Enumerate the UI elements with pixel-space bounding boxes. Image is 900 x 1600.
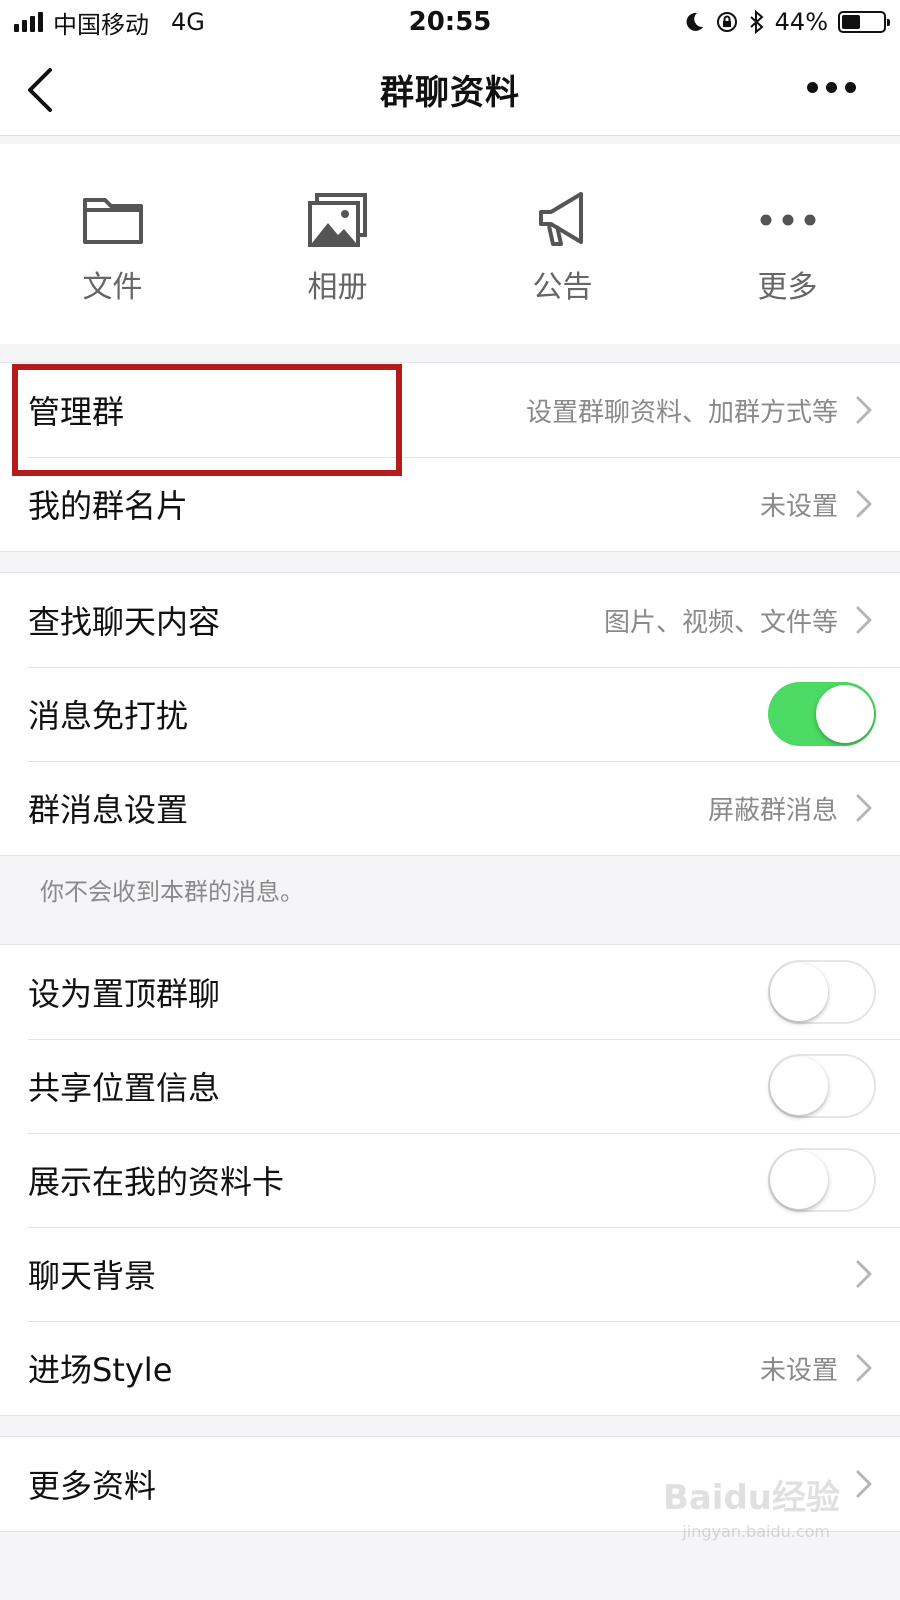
manage-group-row[interactable]: 管理群 设置群聊资料、加群方式等: [0, 363, 900, 457]
row-value: 设置群聊资料、加群方式等: [525, 397, 838, 428]
chevron-right-icon: [856, 1260, 872, 1288]
carrier-name: 中国移动: [53, 10, 149, 39]
quick-action-label: 更多: [757, 270, 818, 305]
row-value: 未设置: [759, 491, 838, 522]
message-settings-row[interactable]: 群消息设置 屏蔽群消息: [0, 761, 900, 855]
do-not-disturb-row: 消息免打扰: [0, 667, 900, 761]
quick-action-announcement[interactable]: 公告: [450, 144, 675, 344]
navigation-bar: 群聊资料: [0, 44, 900, 136]
share-location-toggle[interactable]: [768, 1054, 876, 1118]
bluetooth-icon: [749, 10, 764, 34]
show-on-profile-row: 展示在我的资料卡: [0, 1133, 900, 1227]
quick-action-files[interactable]: 文件: [0, 144, 225, 344]
row-label: 共享位置信息: [28, 1069, 221, 1107]
battery-icon: [838, 11, 890, 33]
row-label: 管理群: [28, 393, 125, 431]
row-label: 进场Style: [28, 1351, 173, 1389]
chevron-right-icon: [856, 490, 872, 518]
chevron-right-icon: [856, 396, 872, 424]
moon-icon: [686, 12, 703, 31]
network-type: 4G: [171, 8, 205, 36]
message-settings-note: 你不会收到本群的消息。: [40, 878, 304, 906]
quick-actions-bar: 文件 相册 公告 更多: [0, 144, 900, 344]
row-label: 消息免打扰: [28, 697, 189, 735]
chevron-right-icon: [856, 1470, 872, 1498]
share-location-row: 共享位置信息: [0, 1039, 900, 1133]
pin-chat-row: 设为置顶群聊: [0, 945, 900, 1039]
preferences-section: 设为置顶群聊 共享位置信息 展示在我的资料卡 聊天背景 进场Style 未设置: [0, 944, 900, 1416]
quick-action-label: 公告: [532, 270, 593, 305]
row-value: 未设置: [759, 1355, 838, 1386]
row-label: 聊天背景: [28, 1257, 157, 1295]
photo-album-icon: [306, 188, 370, 252]
pin-chat-toggle[interactable]: [768, 960, 876, 1024]
page-title: 群聊资料: [380, 73, 520, 113]
chevron-right-icon: [856, 1354, 872, 1382]
chat-settings-section: 查找聊天内容 图片、视频、文件等 消息免打扰 群消息设置 屏蔽群消息: [0, 572, 900, 856]
signal-strength-icon: [14, 12, 43, 32]
show-on-profile-toggle[interactable]: [768, 1148, 876, 1212]
row-value: 屏蔽群消息: [707, 795, 838, 826]
quick-action-album[interactable]: 相册: [225, 144, 450, 344]
battery-percent: 44%: [774, 8, 828, 36]
clock: 20:55: [408, 7, 492, 37]
quick-action-label: 文件: [82, 270, 143, 305]
chevron-right-icon: [856, 794, 872, 822]
rotation-lock-icon: [716, 12, 737, 32]
row-value: 图片、视频、文件等: [603, 607, 838, 638]
group-nickname-row[interactable]: 我的群名片 未设置: [0, 457, 900, 551]
row-label: 我的群名片: [28, 487, 189, 525]
watermark-url: jingyan.baidu.com: [682, 1522, 830, 1541]
do-not-disturb-toggle[interactable]: [768, 682, 876, 746]
chat-background-row[interactable]: 聊天背景: [0, 1227, 900, 1321]
entrance-style-row[interactable]: 进场Style 未设置: [0, 1321, 900, 1415]
back-arrow-icon[interactable]: [16, 64, 66, 116]
group-management-section: 管理群 设置群聊资料、加群方式等 我的群名片 未设置: [0, 362, 900, 552]
watermark: Baidu经验: [662, 1478, 840, 1518]
row-label: 查找聊天内容: [28, 603, 221, 641]
megaphone-icon: [531, 188, 595, 252]
row-label: 展示在我的资料卡: [28, 1163, 285, 1201]
search-chat-row[interactable]: 查找聊天内容 图片、视频、文件等: [0, 573, 900, 667]
row-label: 设为置顶群聊: [28, 975, 221, 1013]
quick-action-label: 相册: [307, 270, 368, 305]
chevron-right-icon: [856, 606, 872, 634]
more-options-icon[interactable]: [807, 82, 856, 93]
more-dots-icon: [756, 188, 820, 252]
quick-action-more[interactable]: 更多: [675, 144, 900, 344]
status-bar: 中国移动 4G 20:55 44%: [0, 0, 900, 44]
folder-icon: [81, 188, 145, 252]
row-label: 群消息设置: [28, 791, 189, 829]
